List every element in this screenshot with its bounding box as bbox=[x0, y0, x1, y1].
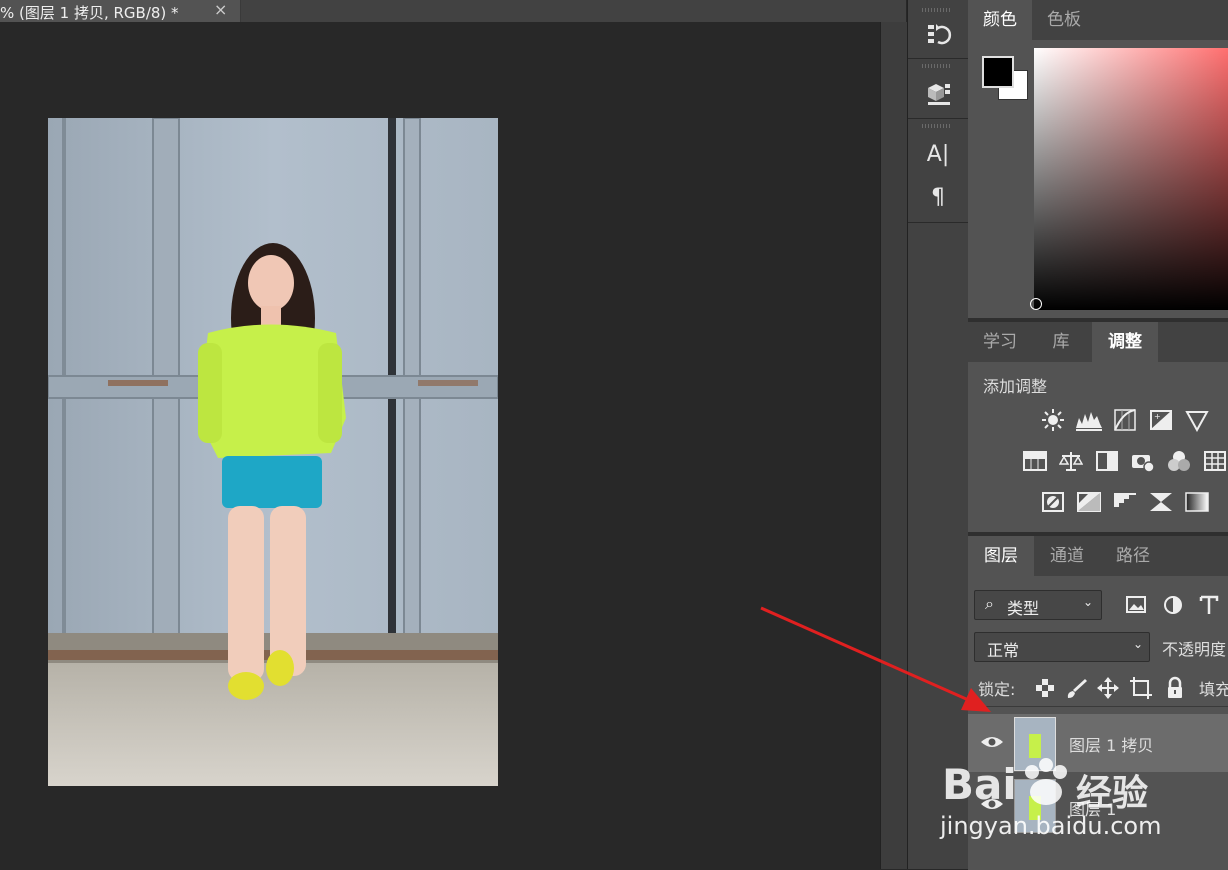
chevron-down-icon: ⌄ bbox=[1133, 637, 1144, 651]
character-icon[interactable]: A| bbox=[924, 141, 952, 169]
history-icon[interactable] bbox=[924, 20, 952, 48]
close-icon[interactable]: × bbox=[214, 0, 227, 19]
tab-libraries[interactable]: 库 bbox=[1032, 322, 1090, 362]
type-filter-icon[interactable] bbox=[1197, 593, 1221, 617]
brightness-contrast-icon[interactable] bbox=[1041, 408, 1065, 432]
tab-layers[interactable]: 图层 bbox=[968, 536, 1034, 576]
color-panel-tabs: 颜色 色板 bbox=[968, 0, 1228, 40]
right-panels: 颜色 色板 学习 库 调整 添加调整 + 图层 通道 路径 ⌕ 类型 ⌄ 正常 … bbox=[968, 0, 1228, 870]
document-tab-title: % (图层 1 拷贝, RGB/8) * bbox=[0, 4, 179, 22]
color-picker-field[interactable] bbox=[1034, 48, 1228, 310]
layers-panel-tabs: 图层 通道 路径 bbox=[968, 536, 1228, 576]
lock-position-icon[interactable] bbox=[1096, 676, 1120, 700]
opacity-label: 不透明度 bbox=[1162, 640, 1227, 659]
adjust-panel-title: 添加调整 bbox=[983, 377, 1048, 396]
svg-text:+: + bbox=[1154, 412, 1161, 421]
tab-paths[interactable]: 路径 bbox=[1100, 536, 1166, 576]
panel-grip[interactable] bbox=[922, 64, 952, 68]
image-filter-icon[interactable] bbox=[1125, 593, 1149, 617]
tab-bar-empty bbox=[241, 0, 906, 22]
gradient-map-icon[interactable] bbox=[1185, 490, 1209, 514]
lock-transparent-icon[interactable] bbox=[1033, 676, 1057, 700]
photo-filter-icon[interactable] bbox=[1131, 449, 1155, 473]
adjustment-filter-icon[interactable] bbox=[1161, 593, 1185, 617]
tab-swatches[interactable]: 色板 bbox=[1032, 0, 1096, 40]
layer-name: 图层 1 拷贝 bbox=[1069, 736, 1154, 755]
exposure-icon[interactable]: + bbox=[1149, 408, 1173, 432]
lock-artboard-icon[interactable] bbox=[1129, 676, 1153, 700]
baidu-watermark: Bai 经验 jingyan.baidu.com bbox=[940, 758, 1170, 860]
panel-grip[interactable] bbox=[922, 8, 952, 12]
black-white-icon[interactable] bbox=[1095, 449, 1119, 473]
threshold-icon[interactable] bbox=[1113, 490, 1137, 514]
tab-color[interactable]: 颜色 bbox=[968, 0, 1032, 40]
color-balance-icon[interactable] bbox=[1058, 449, 1084, 473]
posterize-icon[interactable] bbox=[1077, 490, 1101, 514]
eye-icon[interactable] bbox=[980, 734, 1004, 754]
3d-icon[interactable] bbox=[924, 78, 952, 106]
lock-all-icon[interactable] bbox=[1163, 676, 1187, 700]
hue-saturation-icon[interactable] bbox=[1023, 449, 1047, 473]
invert-icon[interactable] bbox=[1041, 490, 1065, 514]
thumbnail-figure bbox=[1029, 734, 1041, 758]
document-image[interactable] bbox=[48, 118, 498, 786]
fill-label: 填充 bbox=[1199, 680, 1228, 699]
channel-mixer-icon[interactable] bbox=[1167, 449, 1191, 473]
layer-filter-label: 类型 bbox=[1007, 599, 1040, 618]
panel-grip[interactable] bbox=[922, 124, 952, 128]
color-picker-cursor[interactable] bbox=[1030, 298, 1042, 310]
paragraph-icon[interactable]: ¶ bbox=[924, 184, 952, 212]
selective-color-icon[interactable] bbox=[1149, 490, 1173, 514]
photo-of-girl-by-metal-door bbox=[48, 118, 498, 786]
watermark-brand-cn: 经验 bbox=[1076, 773, 1149, 814]
levels-icon[interactable] bbox=[1075, 408, 1103, 432]
annotation-arrow bbox=[760, 606, 991, 712]
tab-channels[interactable]: 通道 bbox=[1034, 536, 1100, 576]
adjust-panel-tabs: 学习 库 调整 bbox=[968, 322, 1228, 362]
foreground-color-swatch[interactable] bbox=[982, 56, 1014, 88]
panel-icon-strip: A| ¶ bbox=[907, 0, 969, 869]
tab-adjustments[interactable]: 调整 bbox=[1092, 322, 1158, 362]
document-tab[interactable]: % (图层 1 拷贝, RGB/8) * × bbox=[0, 0, 241, 22]
chevron-down-icon: ⌄ bbox=[1083, 595, 1094, 609]
paw-icon bbox=[1020, 758, 1072, 812]
lock-pixels-icon[interactable] bbox=[1065, 676, 1089, 700]
blend-mode-dropdown[interactable]: 正常 ⌄ bbox=[974, 632, 1150, 662]
watermark-url: jingyan.baidu.com bbox=[940, 812, 1162, 840]
color-lookup-icon[interactable] bbox=[1203, 449, 1227, 473]
canvas-vertical-scrollbar[interactable] bbox=[880, 22, 907, 869]
curves-icon[interactable] bbox=[1113, 408, 1137, 432]
tab-learn[interactable]: 学习 bbox=[968, 322, 1032, 362]
watermark-brand: Bai bbox=[942, 760, 1017, 809]
vibrance-icon[interactable] bbox=[1185, 408, 1209, 433]
